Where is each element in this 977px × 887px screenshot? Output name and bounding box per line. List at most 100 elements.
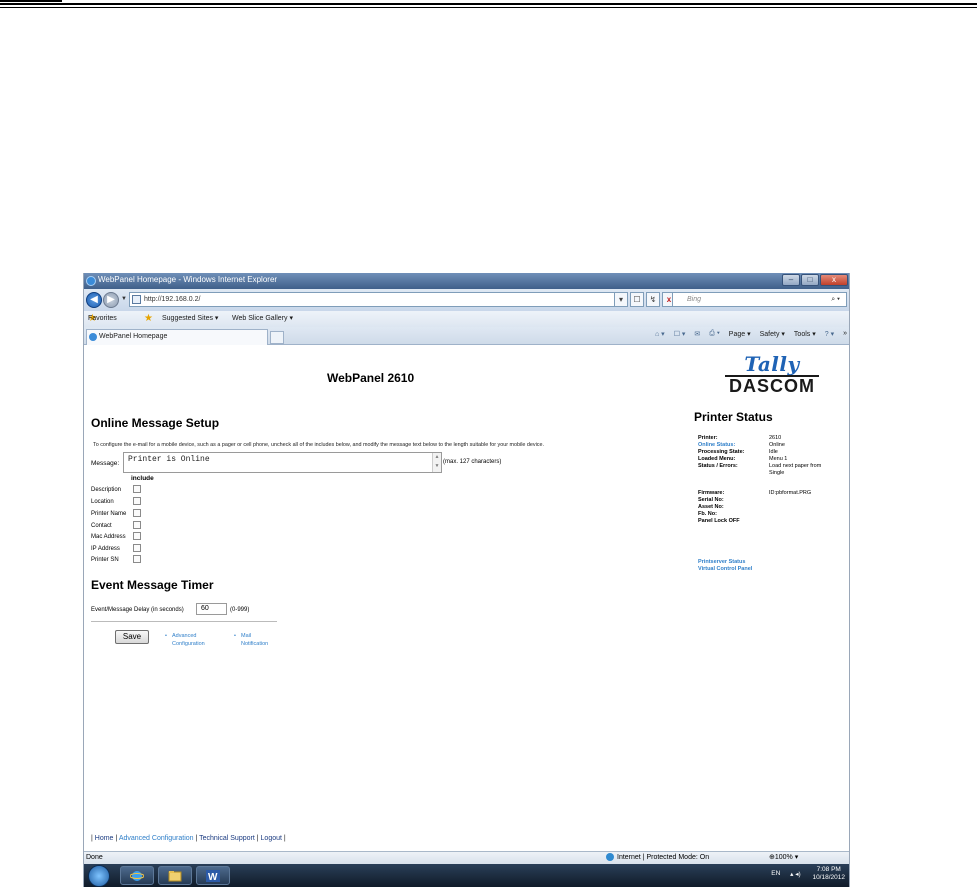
feeds-icon[interactable]: ☐ ▾ [674,330,686,338]
include-description-checkbox[interactable] [133,485,141,494]
status-key: Serial No: [698,497,724,503]
message-value: Printer is Online [128,455,210,464]
include-label: Contact [91,523,112,529]
logo-tally: Tally [744,352,800,376]
language-indicator[interactable]: EN [771,870,780,877]
separator: | [115,835,118,842]
include-ip-address-checkbox[interactable] [133,544,141,553]
status-value: ID:pbformat.PRG [769,490,812,496]
separator: | [283,835,286,842]
mail-icon[interactable]: ✉ [694,330,700,338]
include-row-printer-sn: Printer SN [91,555,141,565]
include-row-location: Location [91,497,141,507]
tab-webpanel-homepage[interactable]: WebPanel Homepage [86,329,268,345]
svg-text:W: W [208,872,218,882]
page-menu[interactable]: Page ▾ [729,330,751,338]
status-value: Idle [769,449,778,455]
message-label: Message: [91,460,120,467]
delay-input[interactable]: 60 [196,603,227,615]
home-icon[interactable]: ⌂ ▾ [655,330,665,338]
tally-dascom-logo: Tally DASCOM [717,353,827,397]
tab-bar: WebPanel Homepage ⌂ ▾ ☐ ▾ ✉ ⎙ ▾ Page ▾ S… [84,327,849,345]
url-text: http://192.168.0.2/ [144,296,201,303]
status-key: Status / Errors: [698,463,738,469]
textarea-scrollbar[interactable]: ▲ ▼ [432,453,441,472]
status-value: Menu 1 [769,456,788,462]
status-value: Single [769,470,785,476]
status-row: Single [698,470,784,476]
maximize-button[interactable]: □ [801,274,819,286]
clock-date: 10/18/2012 [812,874,845,881]
include-label: Printer SN [91,557,119,563]
print-icon[interactable]: ⎙ ▾ [709,330,720,338]
refresh-button[interactable]: ↯ [646,292,660,307]
home-link[interactable]: Home [95,835,114,842]
safety-menu[interactable]: Safety ▾ [760,330,785,338]
chevron-more-icon[interactable]: » [843,330,847,338]
zoom-control[interactable]: ⊕100% ▾ [769,852,798,864]
minimize-button[interactable]: – [782,274,800,286]
include-mac-address-checkbox[interactable] [133,532,141,541]
status-row: Processing State: Idle [698,449,778,455]
taskbar-explorer-button[interactable] [158,866,192,885]
favorites-item-web-slice-gallery[interactable]: Web Slice Gallery ▾ [232,311,293,327]
address-dropdown-button[interactable]: ▾ [614,292,628,307]
search-input[interactable]: Bing ⌕ ▾ [672,292,847,307]
tools-menu[interactable]: Tools ▾ [794,330,816,338]
include-row-contact: Contact [91,521,141,531]
include-location-checkbox[interactable] [133,497,141,506]
new-tab-button[interactable] [270,331,284,344]
address-bar: ◀ ▶ ▼ http://192.168.0.2/ ▾ ☐ ↯ x Bing ⌕… [84,289,849,311]
include-label: Printer Name [91,511,127,517]
include-label: Description [91,487,122,493]
security-zone[interactable]: Internet | Protected Mode: On [606,852,709,864]
forward-button[interactable]: ▶ [103,292,119,308]
include-row-printer-name: Printer Name [91,509,141,519]
help-icon[interactable]: ? ▾ [825,330,834,338]
window-titlebar: WebPanel Homepage - Windows Internet Exp… [84,273,849,289]
taskbar-word-button[interactable]: W [196,866,230,885]
status-row: Online Status: Online [698,442,785,448]
page-content: WebPanel 2610 Tally DASCOM Online Messag… [84,345,849,861]
technical-support-link[interactable]: Technical Support [199,835,255,842]
command-bar: ⌂ ▾ ☐ ▾ ✉ ⎙ ▾ Page ▾ Safety ▾ Tools ▾ ? … [655,330,847,338]
status-row: Firmware: ID:pbformat.PRG [698,490,811,496]
advanced-configuration-footer-link[interactable]: Advanced Configuration [119,835,194,842]
include-printer-name-checkbox[interactable] [133,509,141,518]
link-line: Advanced [172,633,197,639]
url-field[interactable]: http://192.168.0.2/ [129,292,624,307]
globe-icon [606,853,614,862]
online-message-heading: Online Message Setup [91,416,220,430]
back-button[interactable]: ◀ [86,292,102,308]
windows-taskbar: W EN ▴ ◂) 7:08 PM 10/18/2012 [84,864,849,887]
mail-notification-link[interactable]: • Mail Notification [234,632,268,648]
status-text: Done [86,854,103,861]
compatibility-view-button[interactable]: ☐ [630,292,644,307]
save-button[interactable]: Save [115,630,149,644]
message-textarea[interactable]: Printer is Online ▲ ▼ [123,452,442,473]
close-button[interactable]: x [820,274,848,286]
favorites-item-suggested-sites[interactable]: Suggested Sites ▾ [162,311,218,327]
virtual-control-panel-link[interactable]: Virtual Control Panel [698,566,752,572]
advanced-configuration-link[interactable]: • Advanced Configuration [165,632,205,648]
clock[interactable]: 7:08 PM 10/18/2012 [812,866,845,882]
recent-pages-dropdown[interactable]: ▼ [121,296,127,302]
include-header: include [131,475,154,482]
status-value: Online [769,442,785,448]
include-contact-checkbox[interactable] [133,521,141,530]
taskbar-ie-button[interactable] [120,866,154,885]
logo-dascom: DASCOM [725,375,819,395]
include-printer-sn-checkbox[interactable] [133,555,141,564]
logout-link[interactable]: Logout [261,835,282,842]
delay-range-hint: (0-999) [230,607,250,613]
printserver-status-link[interactable]: Printserver Status [698,559,745,565]
status-key[interactable]: Online Status: [698,442,769,448]
status-row: Fb. No: [698,511,769,517]
start-button-icon[interactable] [88,865,110,887]
status-key: Panel Lock OFF [698,518,740,524]
search-icon[interactable]: ⌕ ▾ [831,293,840,306]
document-header-rule [0,0,977,9]
word-icon: W [206,870,220,882]
link-line: Configuration [172,641,205,647]
tray-icons[interactable]: ▴ ◂) [790,870,801,878]
